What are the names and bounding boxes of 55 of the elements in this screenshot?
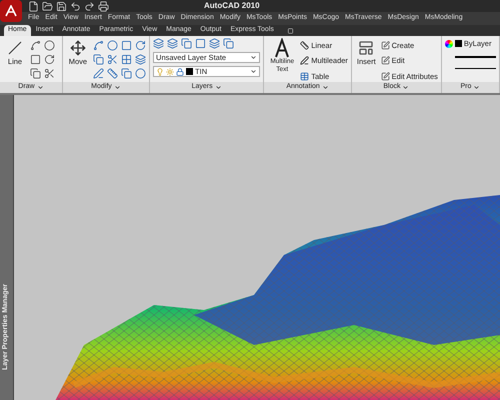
modify-tool-icon[interactable] <box>92 54 104 65</box>
dimension-icon <box>300 41 310 50</box>
caret-icon <box>473 84 480 91</box>
new-file-icon[interactable] <box>28 0 39 12</box>
move-arrows-icon <box>70 40 86 56</box>
modify-tool-icon[interactable] <box>120 68 132 79</box>
modify-tool-icon[interactable] <box>134 68 146 79</box>
layer-tool-icon[interactable] <box>167 38 178 49</box>
tab-menu-icon[interactable] <box>286 28 294 34</box>
app-logo-icon[interactable] <box>0 0 22 22</box>
open-folder-icon[interactable] <box>42 0 53 12</box>
draw-tool-icon[interactable] <box>44 54 55 65</box>
caret-icon <box>402 84 410 91</box>
modify-tool-icon[interactable] <box>106 68 118 79</box>
lock-icon <box>176 68 184 76</box>
sun-icon <box>166 68 174 76</box>
caret-icon <box>36 84 44 91</box>
modify-tool-icon[interactable] <box>134 40 146 51</box>
redo-icon[interactable] <box>84 0 95 12</box>
undo-icon[interactable] <box>70 0 81 12</box>
draw-tool-icon[interactable] <box>44 40 55 51</box>
bulb-icon <box>156 68 164 76</box>
save-icon[interactable] <box>56 0 67 12</box>
modify-tool-icon[interactable] <box>120 40 132 51</box>
layer-tool-icon[interactable] <box>181 38 192 49</box>
modify-tool-icon[interactable] <box>92 40 104 51</box>
color-swatch <box>454 40 462 48</box>
layer-tool-icon[interactable] <box>195 38 206 49</box>
caret-icon <box>322 84 329 91</box>
draw-tool-icon[interactable] <box>44 68 55 79</box>
modify-tool-icon[interactable] <box>120 54 132 65</box>
insert-block-icon <box>358 40 374 56</box>
line-icon <box>7 40 23 56</box>
caret-icon <box>114 84 121 91</box>
printer-icon[interactable] <box>98 0 109 12</box>
layer-tool-icon[interactable] <box>153 38 164 49</box>
draw-tool-icon[interactable] <box>30 54 41 65</box>
block-edit-icon <box>380 72 390 81</box>
draw-tool-icon[interactable] <box>30 68 41 79</box>
layer-tool-icon[interactable] <box>209 38 220 49</box>
layer-color-swatch <box>186 68 194 75</box>
modify-tool-icon[interactable] <box>106 40 118 51</box>
layer-tool-icon[interactable] <box>223 38 234 49</box>
draw-tool-icon[interactable] <box>30 40 41 51</box>
modify-tool-icon[interactable] <box>92 68 104 79</box>
table-icon <box>300 72 310 81</box>
window-title: AutoCAD 2010 <box>204 0 260 12</box>
caret-icon <box>214 84 222 91</box>
multiline-text-icon <box>274 38 290 58</box>
block-edit-icon <box>380 41 390 50</box>
leader-icon <box>300 56 310 66</box>
block-edit-icon <box>380 56 390 66</box>
modify-tool-icon[interactable] <box>134 54 146 65</box>
color-wheel-icon <box>444 40 453 48</box>
modify-tool-icon[interactable] <box>106 54 118 65</box>
